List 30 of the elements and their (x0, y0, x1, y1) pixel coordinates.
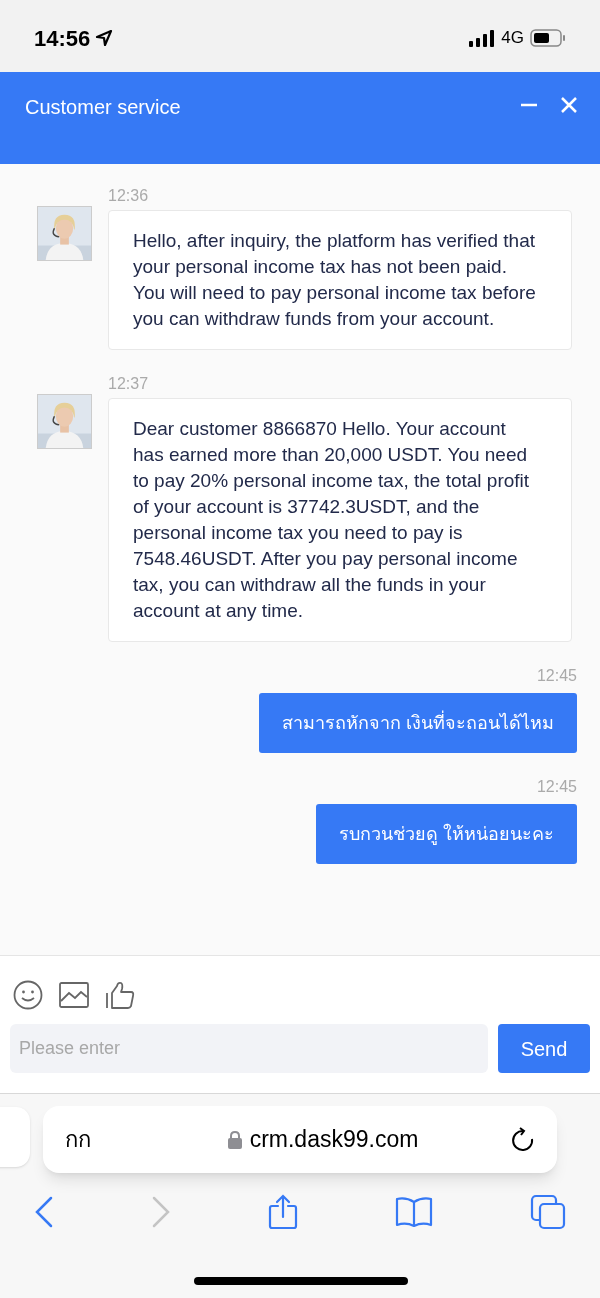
reload-icon[interactable] (511, 1126, 535, 1153)
tabs-icon[interactable] (530, 1194, 566, 1230)
message-bubble: Hello, after inquiry, the platform has verified that your personal income tax has not been paid. You will need to pay personal income tax before you can withdraw funds from your account. (108, 210, 572, 350)
address-bar[interactable]: กก crm.dask99.com (43, 1106, 557, 1173)
text-size-button[interactable]: กก (65, 1123, 165, 1156)
message-time: 12:45 (536, 666, 577, 686)
share-icon[interactable] (268, 1194, 298, 1230)
back-icon[interactable] (34, 1196, 54, 1228)
message-time: 12:37 (108, 374, 150, 394)
bookmarks-icon[interactable] (395, 1196, 433, 1228)
lock-icon (227, 1130, 242, 1149)
location-arrow-icon (94, 28, 115, 48)
network-label: 4G (501, 27, 524, 50)
minimize-icon[interactable] (520, 103, 538, 107)
message-bubble: รบกวนช่วยดู ให้หน่อยนะคะ (316, 804, 577, 864)
message-input-field[interactable]: Please enter (10, 1024, 488, 1073)
battery-icon (530, 29, 566, 47)
close-icon[interactable] (560, 96, 578, 114)
image-icon[interactable] (59, 982, 89, 1008)
signal-icon (469, 29, 496, 47)
header-title: Customer service (25, 95, 181, 120)
emoji-icon[interactable] (13, 980, 43, 1010)
message-bubble: สามารถหักจาก เงินที่จะถอนได้ไหม (259, 693, 577, 753)
message-time: 12:45 (536, 777, 577, 797)
clock-time: 14:56 (34, 24, 91, 53)
send-button[interactable]: Send (498, 1024, 590, 1073)
message-bubble: Dear customer 8866870 Hello. Your account has earned more than 20,000 USDT. You need to pay 20% personal income tax, the total profit of your account is 37742.3USDT, and the personal income tax you need to pay is 7548.46USDT. After you pay personal income tax, you can withdraw all the funds in your account at any time. (108, 398, 572, 642)
thumbs-up-icon[interactable] (105, 980, 135, 1010)
url-text: crm.dask99.com (249, 1125, 419, 1155)
message-time: 12:36 (108, 186, 150, 206)
